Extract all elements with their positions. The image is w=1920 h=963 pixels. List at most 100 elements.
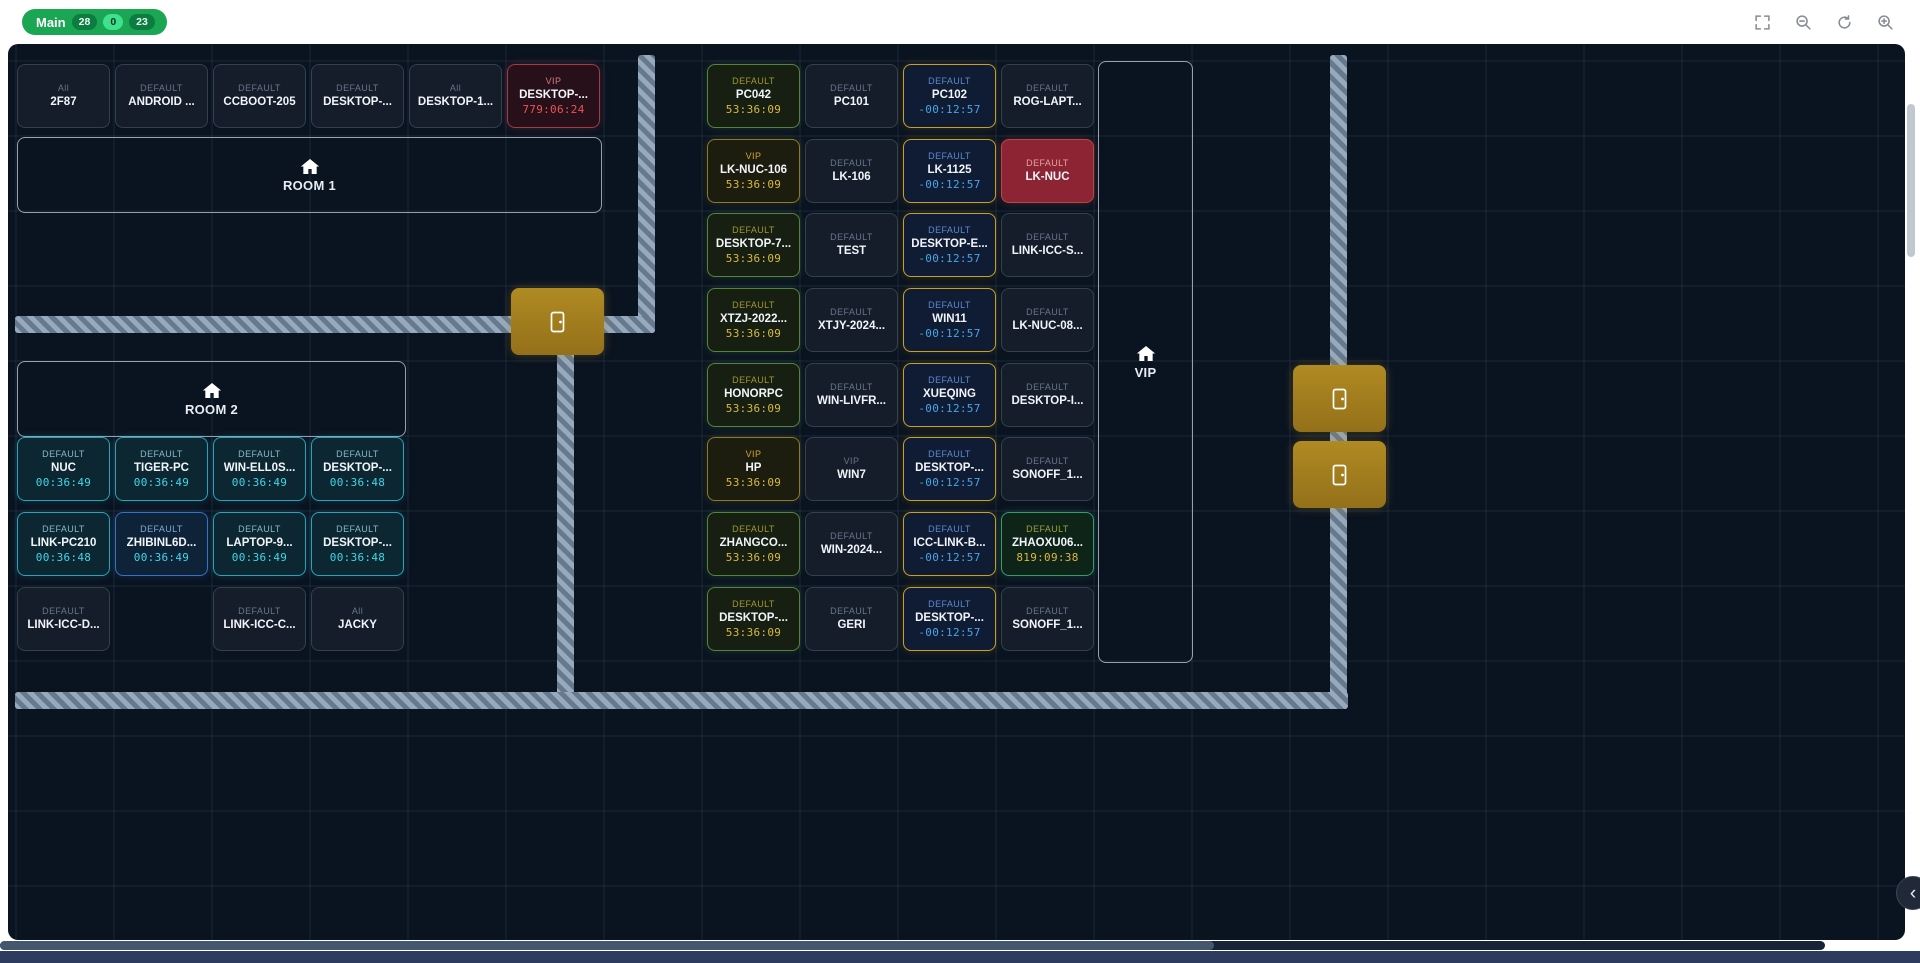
machine-card[interactable]: DEFAULTICC-LINK-B...-00:12:57 [903, 512, 996, 576]
machine-card[interactable]: DEFAULTDESKTOP-...53:36:09 [707, 587, 800, 651]
room-zone-vip[interactable]: VIP [1098, 61, 1193, 663]
machine-group-tag: DEFAULT [928, 76, 971, 87]
machine-name: WIN-LIVFR... [817, 394, 886, 408]
door-marker[interactable] [1293, 441, 1386, 508]
machine-name: NUC [51, 461, 76, 475]
machine-name: LK-106 [832, 170, 870, 184]
machine-name: DESKTOP-... [323, 536, 392, 550]
wall-segment [15, 692, 1348, 709]
machine-card[interactable]: VIPLK-NUC-10653:36:09 [707, 139, 800, 203]
machine-card[interactable]: DEFAULTDESKTOP-E...-00:12:57 [903, 213, 996, 277]
map-canvas[interactable]: ROOM 1ROOM 2VIPAll2F87DEFAULTANDROID ...… [8, 44, 1905, 940]
machine-name: DESKTOP-I... [1012, 394, 1084, 408]
machine-name: LK-NUC [1025, 170, 1069, 184]
map-selector-pill[interactable]: Main 28 0 23 [22, 9, 167, 36]
machine-name: ANDROID ... [128, 95, 194, 109]
machine-group-tag: DEFAULT [336, 449, 379, 460]
machine-group-tag: DEFAULT [140, 524, 183, 535]
machine-card[interactable]: DEFAULTSONOFF_1... [1001, 437, 1094, 501]
machine-card[interactable]: VIPHP53:36:09 [707, 437, 800, 501]
room-zone-room-2[interactable]: ROOM 2 [17, 361, 406, 437]
machine-timer: 00:36:49 [36, 476, 91, 489]
machine-card[interactable]: DEFAULTXTJY-2024... [805, 288, 898, 352]
horizontal-scrollbar-thumb[interactable] [0, 941, 1214, 950]
machine-name: DESKTOP-E... [911, 237, 987, 251]
machine-group-tag: DEFAULT [732, 524, 775, 535]
machine-card[interactable]: AllDESKTOP-1... [409, 64, 502, 128]
machine-card[interactable]: DEFAULTWIN-ELL0S...00:36:49 [213, 437, 306, 501]
machine-group-tag: DEFAULT [830, 307, 873, 318]
machine-card[interactable]: DEFAULTWIN11-00:12:57 [903, 288, 996, 352]
zoom-in-icon [1877, 14, 1894, 31]
machine-group-tag: DEFAULT [928, 300, 971, 311]
machine-card[interactable]: DEFAULTPC101 [805, 64, 898, 128]
machine-card[interactable]: DEFAULTXTZJ-2022...53:36:09 [707, 288, 800, 352]
wall-segment [638, 55, 655, 333]
machine-card[interactable]: DEFAULTPC04253:36:09 [707, 64, 800, 128]
machine-group-tag: DEFAULT [830, 83, 873, 94]
machine-card[interactable]: DEFAULTDESKTOP-...00:36:48 [311, 437, 404, 501]
machine-card[interactable]: DEFAULTXUEQING-00:12:57 [903, 363, 996, 427]
machine-group-tag: DEFAULT [928, 599, 971, 610]
machine-card[interactable]: VIPDESKTOP-...779:06:24 [507, 64, 600, 128]
machine-card[interactable]: DEFAULTTEST [805, 213, 898, 277]
zoom-out-button[interactable] [1790, 9, 1816, 35]
machine-card[interactable]: AllJACKY [311, 587, 404, 651]
machine-card[interactable]: DEFAULTDESKTOP-...-00:12:57 [903, 587, 996, 651]
machine-card[interactable]: DEFAULTWIN-LIVFR... [805, 363, 898, 427]
bottom-scroll-band[interactable] [0, 951, 1920, 963]
machine-card[interactable]: DEFAULTNUC00:36:49 [17, 437, 110, 501]
machine-card[interactable]: DEFAULTZHIBINL6D...00:36:49 [115, 512, 208, 576]
machine-group-tag: DEFAULT [140, 83, 183, 94]
machine-card[interactable]: DEFAULTZHAOXU06...819:09:38 [1001, 512, 1094, 576]
machine-name: LINK-ICC-D... [27, 618, 99, 632]
machine-card[interactable]: DEFAULTLK-106 [805, 139, 898, 203]
machine-card[interactable]: DEFAULTLINK-ICC-C... [213, 587, 306, 651]
machine-card[interactable]: DEFAULTLINK-PC21000:36:48 [17, 512, 110, 576]
machine-timer: 53:36:09 [726, 103, 781, 116]
machine-card[interactable]: DEFAULTDESKTOP-... [311, 64, 404, 128]
reset-button[interactable] [1831, 9, 1857, 35]
machine-card[interactable]: DEFAULTDESKTOP-7...53:36:09 [707, 213, 800, 277]
machine-card[interactable]: DEFAULTHONORPC53:36:09 [707, 363, 800, 427]
machine-timer: 819:09:38 [1016, 551, 1078, 564]
machine-name: DESKTOP-... [519, 88, 588, 102]
door-marker[interactable] [1293, 365, 1386, 432]
fullscreen-button[interactable] [1749, 9, 1775, 35]
machine-group-tag: DEFAULT [830, 382, 873, 393]
machine-card[interactable]: DEFAULTLINK-ICC-S... [1001, 213, 1094, 277]
machine-card[interactable]: DEFAULTROG-LAPT... [1001, 64, 1094, 128]
zoom-in-button[interactable] [1872, 9, 1898, 35]
machine-card[interactable]: DEFAULTLK-1125-00:12:57 [903, 139, 996, 203]
door-marker[interactable] [511, 288, 604, 355]
machine-card[interactable]: DEFAULTGERI [805, 587, 898, 651]
machine-name: ZHIBINL6D... [127, 536, 197, 550]
machine-card[interactable]: DEFAULTLAPTOP-9...00:36:49 [213, 512, 306, 576]
machine-card[interactable]: DEFAULTANDROID ... [115, 64, 208, 128]
machine-card[interactable]: DEFAULTDESKTOP-...00:36:48 [311, 512, 404, 576]
machine-group-tag: DEFAULT [1026, 232, 1069, 243]
machine-card[interactable]: DEFAULTLK-NUC [1001, 139, 1094, 203]
machine-timer: 00:36:49 [232, 476, 287, 489]
machine-card[interactable]: VIPWIN7 [805, 437, 898, 501]
wall-segment [557, 350, 574, 709]
machine-timer: -00:12:57 [918, 476, 980, 489]
vertical-scrollbar-thumb[interactable] [1907, 104, 1915, 257]
machine-card[interactable]: DEFAULTSONOFF_1... [1001, 587, 1094, 651]
machine-card[interactable]: DEFAULTDESKTOP-I... [1001, 363, 1094, 427]
machine-card[interactable]: DEFAULTDESKTOP-...-00:12:57 [903, 437, 996, 501]
machine-card[interactable]: DEFAULTCCBOOT-205 [213, 64, 306, 128]
horizontal-scrollbar[interactable] [0, 941, 1825, 950]
machine-card[interactable]: DEFAULTWIN-2024... [805, 512, 898, 576]
machine-card[interactable]: DEFAULTZHANGCO...53:36:09 [707, 512, 800, 576]
machine-name: XTJY-2024... [818, 319, 885, 333]
machine-card[interactable]: DEFAULTLK-NUC-08... [1001, 288, 1094, 352]
machine-card[interactable]: DEFAULTLINK-ICC-D... [17, 587, 110, 651]
machine-name: DESKTOP-7... [716, 237, 791, 251]
machine-card[interactable]: DEFAULTPC102-00:12:57 [903, 64, 996, 128]
machine-card[interactable]: All2F87 [17, 64, 110, 128]
machine-group-tag: DEFAULT [830, 531, 873, 542]
machine-card[interactable]: DEFAULTTIGER-PC00:36:49 [115, 437, 208, 501]
room-zone-room-1[interactable]: ROOM 1 [17, 137, 602, 213]
count-badge-mid: 0 [103, 14, 123, 31]
